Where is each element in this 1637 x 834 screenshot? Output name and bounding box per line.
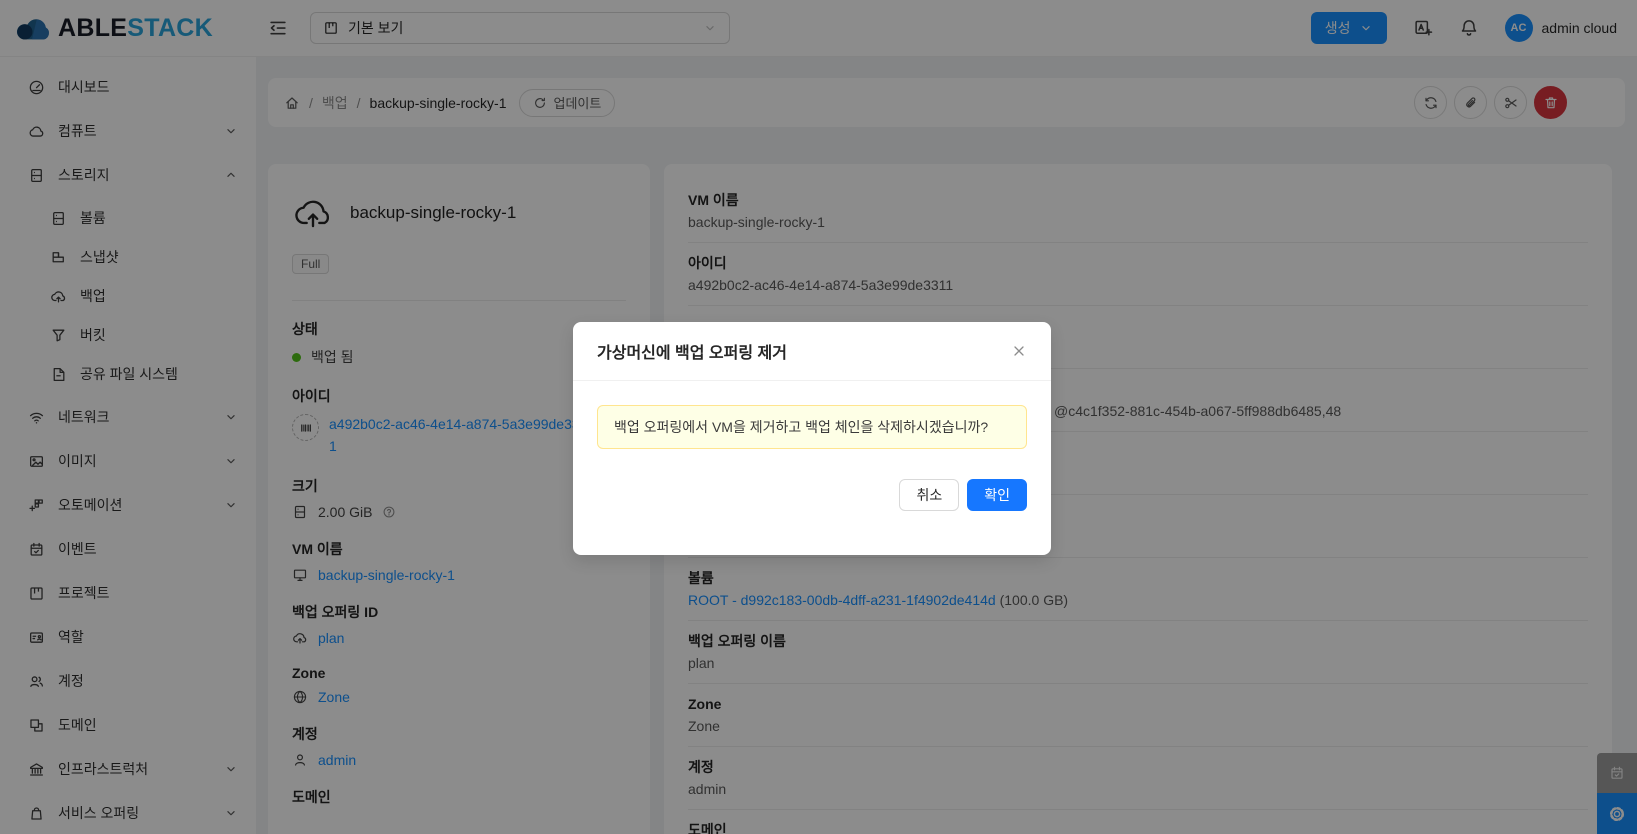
- cancel-button[interactable]: 취소: [899, 479, 959, 511]
- remove-backup-offering-modal: 가상머신에 백업 오퍼링 제거 백업 오퍼링에서 VM을 제거하고 백업 체인을…: [573, 322, 1051, 555]
- close-icon[interactable]: [1011, 343, 1027, 359]
- ok-button[interactable]: 확인: [967, 479, 1027, 511]
- modal-title: 가상머신에 백업 오퍼링 제거: [597, 339, 787, 363]
- confirm-message-alert: 백업 오퍼링에서 VM을 제거하고 백업 체인을 삭제하시겠습니까?: [597, 405, 1027, 449]
